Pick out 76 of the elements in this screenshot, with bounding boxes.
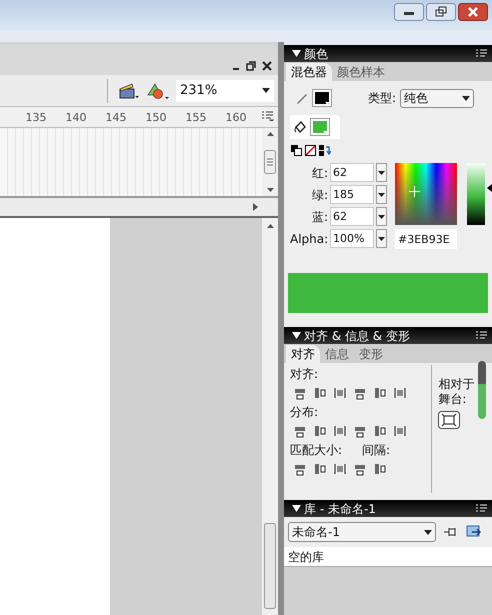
collapse-triangle-icon[interactable]	[292, 50, 301, 57]
number-field[interactable]: 185	[330, 185, 374, 204]
caret-icon	[424, 530, 432, 534]
section-label: 对齐:	[289, 366, 320, 383]
hex-field[interactable]: #3EB93E	[395, 229, 457, 249]
scroll-thumb-icon[interactable]	[264, 523, 276, 609]
color-spectrum[interactable]	[395, 163, 457, 225]
close-icon[interactable]	[262, 61, 272, 71]
slider-thumb[interactable]	[487, 184, 492, 192]
dropdown-arrow-button[interactable]	[376, 163, 387, 182]
type-label: 类型:	[368, 90, 396, 107]
number-field[interactable]: 62	[330, 163, 374, 182]
section-label: 分布:	[289, 404, 320, 421]
caret-icon	[462, 96, 470, 100]
panel-tab[interactable]: 颜色样本	[332, 63, 390, 81]
ruler-tick-label: 145	[104, 110, 128, 126]
panel-tab[interactable]: 变形	[354, 345, 388, 363]
collapse-triangle-icon[interactable]	[292, 332, 301, 339]
to-stage-button[interactable]	[438, 411, 460, 429]
library-status-text: 空的库	[288, 548, 324, 566]
dropdown-arrow-button[interactable]	[376, 229, 387, 248]
scroll-right-icon[interactable]	[253, 203, 258, 211]
no-color-icon[interactable]	[305, 145, 316, 156]
collapse-triangle-icon[interactable]	[292, 505, 301, 512]
zoom-dropdown[interactable]: 231%	[176, 80, 274, 102]
panel-tab[interactable]: 对齐	[286, 345, 320, 363]
ruler-tick-label: 160	[224, 110, 248, 126]
type-dropdown[interactable]: 纯色	[400, 88, 474, 108]
ruler-tick-label: 135	[24, 110, 48, 126]
vertical-scrollbar[interactable]	[262, 218, 278, 615]
vertical-scrollbar[interactable]	[262, 128, 278, 196]
number-field[interactable]: 100%	[330, 229, 374, 248]
new-library-icon[interactable]	[466, 525, 482, 539]
panel-header[interactable]: 对齐 & 信息 & 变形	[284, 327, 492, 344]
panel-header[interactable]: 库 - 未命名-1	[284, 500, 492, 517]
pencil-icon[interactable]	[296, 92, 308, 104]
panel-tab[interactable]: 混色器	[286, 63, 332, 81]
stroke-color-swatch[interactable]	[312, 89, 332, 107]
default-colors-icon[interactable]	[291, 145, 302, 156]
caret-icon	[262, 88, 270, 93]
field-label: Alpha:	[290, 230, 328, 248]
stage-label: 相对于舞台:	[438, 377, 476, 407]
fill-color-swatch[interactable]	[310, 118, 330, 136]
minimize-button[interactable]	[394, 3, 424, 21]
dropdown-arrow-button[interactable]	[376, 207, 387, 226]
level-indicator	[478, 361, 486, 419]
panel-tab[interactable]: 信息	[320, 345, 354, 363]
ruler-tick-label: 150	[144, 110, 168, 126]
number-field[interactable]: 62	[330, 207, 374, 226]
field-label: 绿:	[310, 186, 328, 204]
scroll-down-icon[interactable]	[266, 188, 274, 192]
restore-icon[interactable]	[246, 61, 256, 71]
shapes-icon[interactable]	[146, 80, 170, 100]
section-label: 匹配大小:	[290, 442, 342, 459]
panel-header[interactable]: 颜色	[284, 45, 492, 62]
panel-menu-icon[interactable]	[262, 111, 274, 121]
swap-colors-icon[interactable]	[319, 145, 331, 156]
panel-menu-icon[interactable]	[476, 48, 488, 58]
ruler-tick-label: 155	[184, 110, 208, 126]
library-dropdown[interactable]: 未命名-1	[288, 522, 436, 542]
pin-icon[interactable]	[444, 526, 458, 538]
close-button[interactable]	[458, 3, 488, 21]
section-label: 间隔:	[362, 442, 390, 459]
panel-menu-icon[interactable]	[476, 330, 488, 340]
scroll-up-icon[interactable]	[266, 132, 274, 136]
ruler-tick-label: 140	[64, 110, 88, 126]
scroll-up-icon[interactable]	[266, 224, 274, 228]
restore-button[interactable]	[426, 3, 456, 21]
clapperboard-icon[interactable]	[118, 82, 140, 100]
field-label: 红:	[310, 164, 328, 182]
field-label: 蓝:	[310, 208, 328, 226]
crosshair-icon	[409, 186, 420, 197]
dropdown-arrow-button[interactable]	[376, 185, 387, 204]
paint-bucket-icon[interactable]	[294, 120, 306, 134]
scroll-thumb-icon[interactable]	[264, 150, 276, 174]
panel-menu-icon[interactable]	[476, 504, 488, 514]
